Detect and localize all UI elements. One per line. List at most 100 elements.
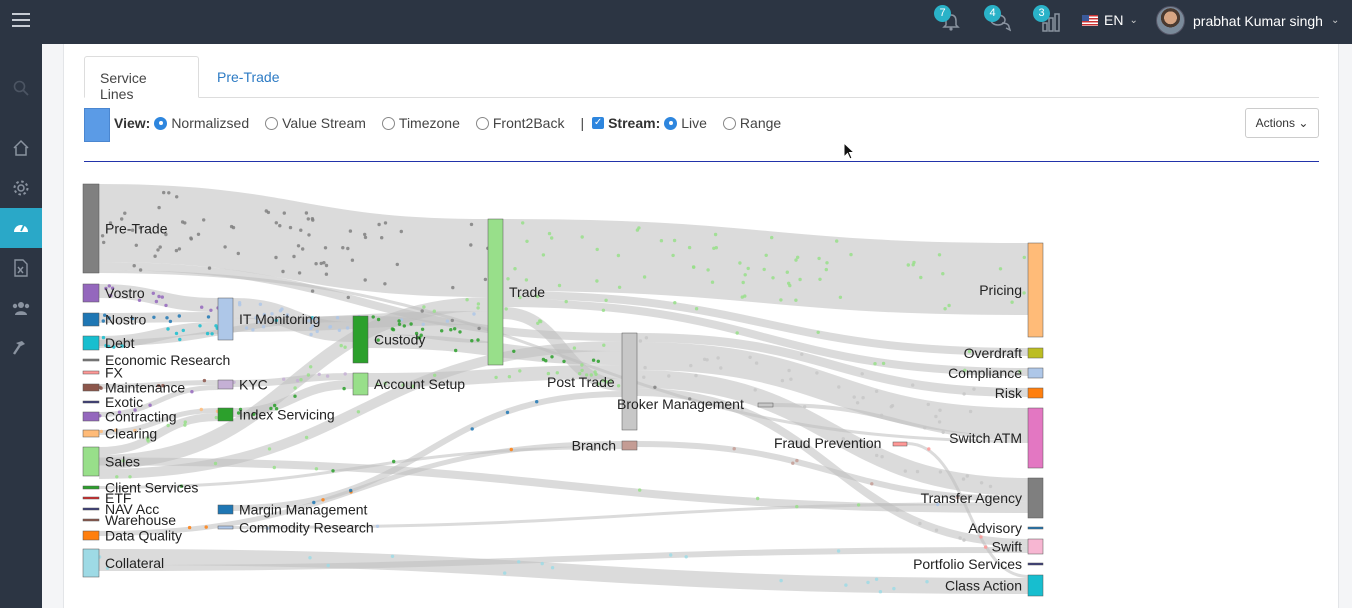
sidebar-item-dashboard[interactable] xyxy=(0,208,42,248)
sankey-node-custody[interactable] xyxy=(352,315,369,364)
flow-particle xyxy=(363,232,367,237)
sankey-node-compliance[interactable] xyxy=(1027,367,1044,379)
radio-normalized-label[interactable]: Normalizsed xyxy=(171,115,249,131)
sankey-node-commodity-research[interactable] xyxy=(217,525,234,530)
flow-particle xyxy=(156,248,160,252)
sidebar-item-users[interactable] xyxy=(0,288,42,328)
sankey-node-client-services[interactable] xyxy=(82,485,100,490)
flow-particle xyxy=(637,226,641,230)
flow-particle xyxy=(377,222,381,227)
tab-pre-trade[interactable]: Pre-Trade xyxy=(202,56,295,98)
sankey-node-data-quality[interactable] xyxy=(82,530,100,541)
sankey-node-warehouse[interactable] xyxy=(82,518,100,522)
sankey-node-broker-management[interactable] xyxy=(757,402,774,408)
sankey-node-etf[interactable] xyxy=(82,496,100,500)
sankey-node-pricing[interactable] xyxy=(1027,242,1044,338)
sankey-node-contracting[interactable] xyxy=(82,411,100,422)
radio-front2back[interactable] xyxy=(475,116,489,130)
sankey-node-account-setup[interactable] xyxy=(352,372,369,396)
flow-particle xyxy=(509,447,513,452)
sankey-node-index-servicing[interactable] xyxy=(217,407,234,422)
flow-particle xyxy=(596,359,600,363)
flow-particle xyxy=(817,256,821,261)
sankey-node-post-trade[interactable] xyxy=(621,332,638,431)
sidebar-item-search[interactable] xyxy=(0,68,42,108)
flow-particle xyxy=(420,309,424,313)
sankey-node-trade[interactable] xyxy=(487,218,504,366)
sankey-node-collateral[interactable] xyxy=(82,548,100,578)
flow-particle xyxy=(642,375,646,379)
sidebar-item-tools[interactable] xyxy=(0,328,42,368)
flow-particle xyxy=(210,332,214,336)
sankey-node-it-monitoring[interactable] xyxy=(217,297,234,341)
sankey-node-clearing[interactable] xyxy=(82,429,100,438)
flow-particle xyxy=(183,423,187,427)
flow-particle xyxy=(849,252,853,257)
flow-particle xyxy=(669,553,673,557)
sankey-node-nav-acc[interactable] xyxy=(82,507,100,511)
flow-particle xyxy=(1022,255,1026,260)
flow-particle xyxy=(167,191,171,195)
tab-service-lines[interactable]: Service Lines xyxy=(84,56,199,102)
sidebar-item-settings[interactable] xyxy=(0,168,42,208)
radio-normalized[interactable] xyxy=(154,116,168,130)
sankey-node-nostro[interactable] xyxy=(82,312,100,327)
radio-value-stream-label[interactable]: Value Stream xyxy=(282,115,366,131)
sankey-node-overdraft[interactable] xyxy=(1027,347,1044,359)
flow-particle xyxy=(397,319,401,323)
sankey-node-fraud-prevention[interactable] xyxy=(892,441,908,447)
flow-particle xyxy=(791,461,795,465)
radio-front2back-label[interactable]: Front2Back xyxy=(493,115,565,131)
gear-icon xyxy=(13,180,29,196)
flow-particle xyxy=(449,328,453,332)
radio-live-label[interactable]: Live xyxy=(681,115,707,131)
sankey-node-exotic[interactable] xyxy=(82,400,100,404)
radio-value-stream[interactable] xyxy=(265,116,279,130)
radio-live[interactable] xyxy=(664,116,678,130)
color-swatch[interactable] xyxy=(84,108,110,142)
sankey-node-swift[interactable] xyxy=(1027,538,1044,555)
sankey-node-advisory[interactable] xyxy=(1027,526,1044,530)
sankey-node-label: Economic Research xyxy=(105,352,230,368)
radio-timezone-label[interactable]: Timezone xyxy=(399,115,460,131)
hamburger-menu-icon[interactable] xyxy=(12,13,30,29)
flow-particle xyxy=(178,337,182,342)
sankey-node-fx[interactable] xyxy=(82,370,100,375)
radio-range[interactable] xyxy=(722,116,736,130)
sankey-node-kyc[interactable] xyxy=(217,379,234,390)
flow-particle xyxy=(961,477,966,481)
sankey-node-switch-atm[interactable] xyxy=(1027,407,1044,469)
flow-particle xyxy=(190,390,194,394)
sankey-node-transfer-agency[interactable] xyxy=(1027,477,1044,519)
sankey-node-label: Risk xyxy=(995,385,1023,401)
flow-particle xyxy=(152,315,156,319)
sankey-node-label: Index Servicing xyxy=(239,407,335,423)
sankey-node-economic-research[interactable] xyxy=(82,358,100,362)
language-selector[interactable]: EN ⌄ xyxy=(1082,12,1138,28)
flow-particle xyxy=(363,235,368,240)
sankey-node-vostro[interactable] xyxy=(82,283,100,303)
flow-particle xyxy=(572,346,577,350)
radio-timezone[interactable] xyxy=(381,116,395,130)
sankey-node-margin-management[interactable] xyxy=(217,504,234,515)
flow-particle xyxy=(469,243,473,247)
sankey-node-portfolio-services[interactable] xyxy=(1027,562,1044,566)
flow-particle xyxy=(319,261,323,266)
sankey-node-sales[interactable] xyxy=(82,446,100,477)
radio-range-label[interactable]: Range xyxy=(740,115,781,131)
users-icon xyxy=(12,302,30,315)
stream-checkbox[interactable]: ✓ xyxy=(592,117,605,129)
flow-particle xyxy=(314,467,319,471)
actions-button[interactable]: Actions ⌄ xyxy=(1245,108,1319,138)
flow-particle xyxy=(272,465,276,470)
sankey-node-pre-trade[interactable] xyxy=(82,183,100,274)
user-menu[interactable]: prabhat Kumar singh ⌄ xyxy=(1156,6,1339,35)
sankey-node-risk[interactable] xyxy=(1027,387,1044,399)
sidebar-item-home[interactable] xyxy=(0,128,42,168)
sankey-node-class-action[interactable] xyxy=(1027,574,1044,597)
sankey-node-maintenance[interactable] xyxy=(82,383,100,392)
sankey-node-debt[interactable] xyxy=(82,335,100,351)
sidebar-item-excel[interactable] xyxy=(0,248,42,288)
sankey-node-branch[interactable] xyxy=(621,440,638,451)
sankey-link-trade-to-pricing[interactable] xyxy=(502,219,1029,315)
